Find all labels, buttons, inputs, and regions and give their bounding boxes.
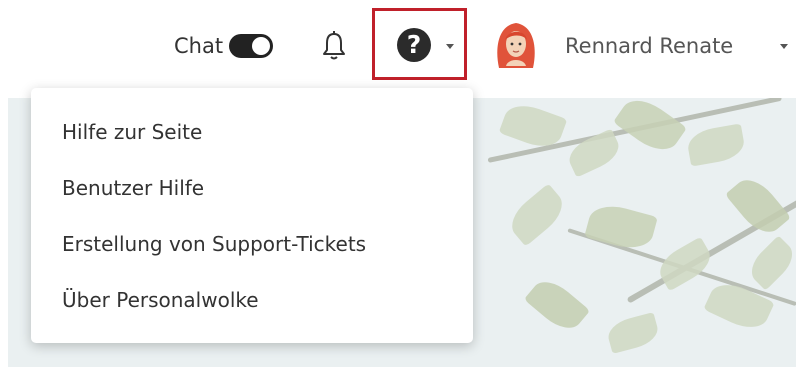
- menu-item-page-help[interactable]: Hilfe zur Seite: [31, 103, 473, 159]
- menu-item-support-tickets[interactable]: Erstellung von Support-Tickets: [31, 215, 473, 271]
- leaf-shape: [604, 312, 662, 354]
- leaf-shape: [724, 171, 792, 241]
- user-name[interactable]: Rennard Renate: [565, 30, 733, 62]
- leaf-shape: [584, 200, 658, 254]
- chevron-down-icon[interactable]: [780, 44, 788, 49]
- leaf-shape: [612, 98, 688, 159]
- toggle-knob: [252, 37, 271, 55]
- avatar[interactable]: [493, 20, 539, 70]
- leaf-shape: [744, 235, 796, 291]
- chat-toggle-switch[interactable]: [229, 34, 274, 58]
- chevron-down-icon[interactable]: [446, 44, 454, 49]
- top-bar: Chat ? Rennard Renate: [0, 0, 796, 98]
- menu-item-user-help[interactable]: Benutzer Hilfe: [31, 159, 473, 215]
- leaf-shape: [503, 183, 571, 247]
- leaf-shape: [564, 128, 624, 178]
- chat-toggle-group[interactable]: Chat: [174, 30, 274, 62]
- leaf-shape: [685, 123, 747, 167]
- leaf-shape: [523, 273, 591, 337]
- help-dropdown-menu: Hilfe zur Seite Benutzer Hilfe Erstellun…: [31, 88, 473, 343]
- menu-item-about[interactable]: Über Personalwolke: [31, 271, 473, 327]
- chat-label: Chat: [174, 34, 224, 58]
- bell-icon[interactable]: [320, 30, 348, 62]
- question-circle-icon[interactable]: ?: [397, 28, 431, 62]
